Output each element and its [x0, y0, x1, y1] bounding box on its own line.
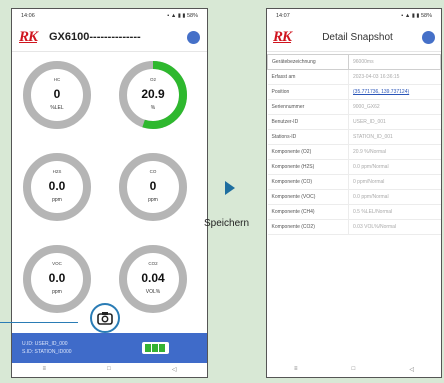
gauge-unit: ppm [148, 197, 158, 203]
row-key: Komponente (CO2) [267, 219, 349, 235]
callout-line [0, 322, 78, 323]
detail-snapshot-phone: 14:07 ▪ ▲ ▮ ▮ 58% RK Detail Snapshot Ger… [266, 8, 442, 378]
table-row: Komponente (CH4) 0.5 %LEL/Normal [267, 204, 441, 220]
gauge-unit: % [150, 105, 156, 111]
row-key: Komponente (O2) [267, 144, 349, 160]
table-row: Stations-ID STATION_ID_001 [267, 129, 441, 145]
camera-icon [97, 312, 113, 325]
status-icons: ▪ ▲ ▮ ▮ 58% [401, 13, 432, 19]
row-key: Stations-ID [267, 129, 349, 145]
row-key: Erfasst am [267, 69, 349, 85]
page-title: Detail Snapshot [322, 31, 393, 43]
row-key: Komponente (VOC) [267, 189, 349, 205]
gauge-o2[interactable]: O2 20.9 % [118, 60, 188, 130]
gauge-unit: VOL% [145, 289, 161, 295]
gauge-name: HC [53, 77, 61, 82]
table-row: Position (35.771736, 139.737124) [267, 84, 441, 100]
home-nav-button[interactable]: □ [107, 366, 111, 372]
row-value: 0.0 ppm/Normal [348, 159, 441, 175]
row-value: 20.9 %/Normal [348, 144, 441, 160]
table-row: Gerätebezeichnung 96000ms [267, 54, 441, 70]
status-time: 14:07 [276, 13, 290, 19]
gauge-unit: ppm [52, 197, 62, 203]
gauge-co2[interactable]: CO2 0.04 VOL% [118, 244, 188, 314]
row-key: Benutzer-ID [267, 114, 349, 130]
save-caption: Speichern [204, 218, 250, 229]
row-key: Komponente (CO) [267, 174, 349, 190]
row-key: Seriennummer [267, 99, 349, 115]
row-value: USER_ID_001 [348, 114, 441, 130]
row-value: 96000ms [348, 54, 441, 70]
position-link[interactable]: (35.771736, 139.737124) [348, 84, 441, 100]
table-row: Komponente (CO2) 0.03 VOL%/Normal [267, 219, 441, 235]
menu-nav-button[interactable]: ≡ [294, 366, 298, 372]
info-bar: U.ID: USER_ID_000 S.ID: STATION_ID000 [12, 333, 207, 363]
row-value: 0.0 ppm/Normal [348, 189, 441, 205]
status-bar: 14:07 ▪ ▲ ▮ ▮ 58% [267, 9, 441, 23]
table-row: Seriennummer 9000_GX62 [267, 99, 441, 115]
gauge-value: 0.0 [48, 179, 66, 193]
gauge-voc[interactable]: VOC 0.0 ppm [22, 244, 92, 314]
gauge-name: H2S [52, 169, 62, 174]
gauge-name: O2 [149, 77, 156, 82]
gauge-name: VOC [52, 261, 62, 266]
app-bar: RK GX6100-------------- [12, 23, 207, 52]
row-value: 0.5 %LEL/Normal [348, 204, 441, 220]
battery-icon [142, 342, 169, 354]
android-nav-bar: ≡ □ ◁ [12, 361, 207, 377]
row-value: 0.03 VOL%/Normal [348, 219, 441, 235]
gauge-value: 20.9 [141, 87, 165, 101]
table-row: Komponente (CO) 0 ppm/Normal [267, 174, 441, 190]
table-row: Erfasst am 2023-04-03 16:36:15 [267, 69, 441, 85]
table-row: Komponente (O2) 20.9 %/Normal [267, 144, 441, 160]
gauge-grid: HC 0 %LEL O2 20.9 % H2S 0.0 ppm CO 0 ppm… [12, 52, 207, 322]
table-row: Komponente (VOC) 0.0 ppm/Normal [267, 189, 441, 205]
status-time: 14:06 [21, 13, 35, 19]
android-nav-bar: ≡ □ ◁ [267, 361, 441, 377]
gauge-h2s[interactable]: H2S 0.0 ppm [22, 152, 92, 222]
riken-logo: RK [19, 28, 38, 45]
row-value: 2023-04-03 16:36:15 [348, 69, 441, 85]
gauge-unit: %LEL [50, 105, 64, 111]
riken-logo: RK [273, 28, 292, 45]
right-arrow-icon [225, 181, 235, 195]
menu-nav-button[interactable]: ≡ [43, 366, 47, 372]
snapshot-detail-table: Gerätebezeichnung 96000ms Erfasst am 2023-… [267, 54, 441, 235]
gauge-value: 0 [149, 179, 157, 193]
user-id-label: U.ID: USER_ID_000 [22, 341, 68, 347]
app-bar: RK Detail Snapshot [267, 23, 441, 52]
status-icons: ▪ ▲ ▮ ▮ 58% [167, 13, 198, 19]
back-nav-button[interactable]: ◁ [409, 366, 414, 373]
row-value: 0 ppm/Normal [348, 174, 441, 190]
table-row: Komponente (H2S) 0.0 ppm/Normal [267, 159, 441, 175]
table-row: Benutzer-ID USER_ID_001 [267, 114, 441, 130]
row-key: Komponente (H2S) [267, 159, 349, 175]
row-key: Komponente (CH4) [267, 204, 349, 220]
status-bar: 14:06 ▪ ▲ ▮ ▮ 58% [12, 9, 207, 23]
device-name: GX6100-------------- [49, 31, 141, 43]
row-value: STATION_ID_001 [348, 129, 441, 145]
home-nav-button[interactable]: □ [352, 366, 356, 372]
menu-button[interactable] [187, 30, 200, 44]
gauge-name: CO [149, 169, 157, 174]
gauge-name: CO2 [148, 261, 158, 266]
back-nav-button[interactable]: ◁ [172, 366, 177, 373]
gauge-hc[interactable]: HC 0 %LEL [22, 60, 92, 130]
row-key: Position [267, 84, 349, 100]
row-value: 9000_GX62 [348, 99, 441, 115]
menu-button[interactable] [422, 30, 435, 44]
gauge-unit: ppm [52, 289, 62, 295]
gauge-value: 0.04 [141, 271, 165, 285]
gauge-value: 0 [53, 87, 61, 101]
row-key: Gerätebezeichnung [267, 54, 349, 70]
snapshot-camera-button[interactable] [90, 303, 120, 333]
gauge-co[interactable]: CO 0 ppm [118, 152, 188, 222]
gauge-value: 0.0 [48, 271, 66, 285]
station-id-label: S.ID: STATION_ID000 [22, 349, 72, 355]
